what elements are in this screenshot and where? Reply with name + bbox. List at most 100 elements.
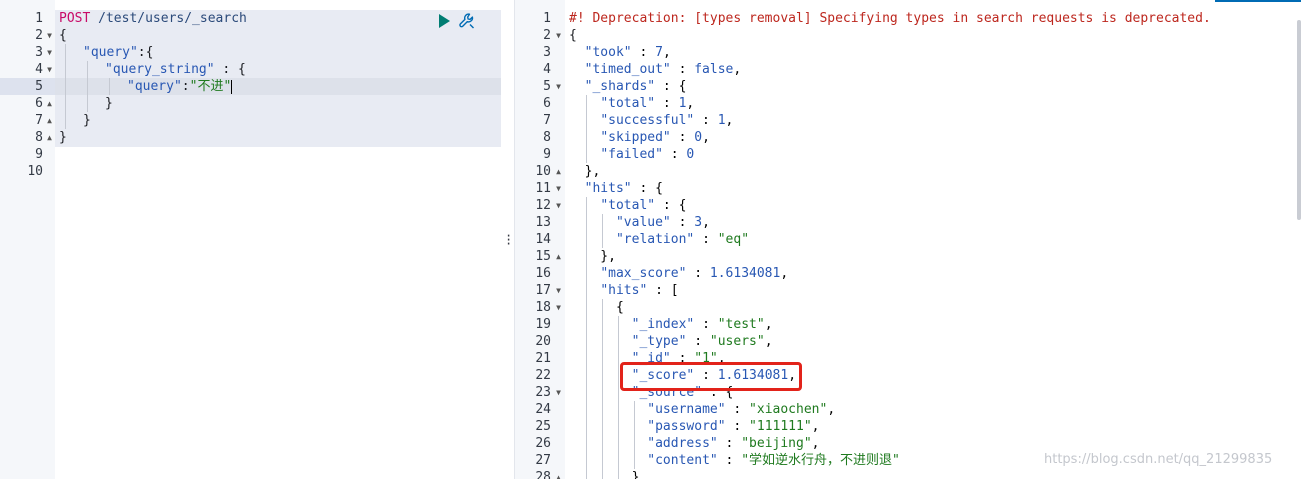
indent-guide xyxy=(109,78,110,95)
json-key: "_type" xyxy=(631,334,687,349)
indent-guide xyxy=(65,78,66,95)
line-number: 20 xyxy=(535,334,551,349)
fold-close-icon[interactable]: ▲ xyxy=(47,112,52,129)
indent-guide xyxy=(586,299,587,316)
indent-guide xyxy=(602,469,603,479)
indent-guide xyxy=(65,61,66,78)
indent-guide xyxy=(586,231,587,248)
fold-close-icon[interactable]: ▲ xyxy=(47,95,52,112)
fold-close-icon[interactable]: ▲ xyxy=(47,129,52,146)
indent-guide xyxy=(586,214,587,231)
json-key: "query" xyxy=(83,45,138,60)
http-method: POST xyxy=(59,11,91,26)
json-number-value: 1 xyxy=(678,96,687,111)
response-gutter: 1 2 ▼ 3 4 5 ▼ 6 7 8 9 10 ▲ 11 ▼ 12 ▼ 13 14 15… xyxy=(515,0,565,479)
code-token: : xyxy=(181,79,190,94)
play-icon[interactable] xyxy=(439,14,450,28)
json-key: "total" xyxy=(600,96,656,111)
request-editor-pane[interactable]: 1 2 ▼ 3 ▼ 4 ▼ 5 6 ▲ 7 ▲ 8 ▲ 9 10 POST /test/us… xyxy=(0,0,501,479)
indent-guide xyxy=(87,78,88,95)
indent-guide xyxy=(634,452,635,469)
json-key: "successful" xyxy=(600,113,695,128)
code-token: } xyxy=(105,96,113,111)
indent-guide xyxy=(586,316,587,333)
indent-guide xyxy=(618,418,619,435)
response-viewer-pane[interactable]: 1 2 ▼ 3 4 5 ▼ 6 7 8 9 10 ▲ 11 ▼ 12 ▼ 13 14 15… xyxy=(515,0,1301,479)
indent-guide xyxy=(618,316,619,333)
line-number: 10 xyxy=(27,164,43,179)
fold-open-icon[interactable]: ▼ xyxy=(556,78,561,95)
request-gutter: 1 2 ▼ 3 ▼ 4 ▼ 5 6 ▲ 7 ▲ 8 ▲ 9 10 xyxy=(0,0,55,479)
indent-guide xyxy=(618,350,619,367)
fold-open-icon[interactable]: ▼ xyxy=(556,282,561,299)
json-key: "query_string" xyxy=(105,62,215,77)
json-key: "hits" xyxy=(600,283,648,298)
indent-guide xyxy=(586,333,587,350)
indent-guide xyxy=(618,452,619,469)
json-string-value: "不进" xyxy=(189,79,232,94)
indent-guide xyxy=(586,197,587,214)
line-number: 4 xyxy=(35,62,43,77)
line-number: 4 xyxy=(543,62,551,77)
json-key: "value" xyxy=(615,215,671,230)
json-key: "relation" xyxy=(615,232,695,247)
line-number: 5 xyxy=(543,79,551,94)
fold-open-icon[interactable]: ▼ xyxy=(556,27,561,44)
json-key: "address" xyxy=(647,436,718,451)
indent-guide xyxy=(586,435,587,452)
indent-guide xyxy=(602,435,603,452)
response-code-area[interactable]: #! Deprecation: [types removal] Specifyi… xyxy=(565,0,1301,479)
indent-guide xyxy=(586,418,587,435)
indent-guide xyxy=(65,44,66,61)
response-scrollbar[interactable] xyxy=(1297,20,1301,220)
line-number: 14 xyxy=(535,232,551,247)
indent-guide xyxy=(618,401,619,418)
fold-close-icon[interactable]: ▲ xyxy=(556,469,561,479)
json-number-value: 7 xyxy=(655,45,663,60)
request-code-area[interactable]: POST /test/users/_search { "query":{ "qu… xyxy=(55,0,501,479)
request-line-method[interactable]: POST /test/users/_search xyxy=(55,10,247,27)
indent-guide xyxy=(602,452,603,469)
indent-guide xyxy=(586,350,587,367)
indent-guide xyxy=(87,95,88,112)
line-number: 24 xyxy=(535,402,551,417)
fold-open-icon[interactable]: ▼ xyxy=(47,61,52,78)
json-key: "username" xyxy=(647,402,726,417)
line-number: 12 xyxy=(535,198,551,213)
fold-close-icon[interactable]: ▲ xyxy=(556,163,561,180)
line-number: 1 xyxy=(543,11,551,26)
json-string-value: "学如逆水行舟，不进则退" xyxy=(741,453,900,468)
fold-open-icon[interactable]: ▼ xyxy=(47,27,52,44)
json-number-value: 1.6134081 xyxy=(709,266,781,281)
json-key: "_shards" xyxy=(584,79,656,94)
fold-open-icon[interactable]: ▼ xyxy=(47,44,52,61)
fold-open-icon[interactable]: ▼ xyxy=(556,299,561,316)
fold-close-icon[interactable]: ▲ xyxy=(556,248,561,265)
indent-guide xyxy=(586,248,587,265)
json-number-value: 0 xyxy=(694,130,703,145)
wrench-icon[interactable] xyxy=(458,12,476,30)
fold-open-icon[interactable]: ▼ xyxy=(556,197,561,214)
score-highlight-annotation xyxy=(620,362,802,391)
indent-guide xyxy=(618,367,619,384)
line-number: 7 xyxy=(543,113,551,128)
indent-guide xyxy=(586,367,587,384)
fold-open-icon[interactable]: ▼ xyxy=(556,384,561,401)
line-number: 9 xyxy=(543,147,551,162)
indent-guide xyxy=(618,435,619,452)
line-number: 15 xyxy=(535,249,551,264)
indent-guide xyxy=(634,401,635,418)
line-number: 7 xyxy=(35,113,43,128)
indent-guide xyxy=(586,95,587,112)
fold-open-icon[interactable]: ▼ xyxy=(556,180,561,197)
indent-guide xyxy=(634,435,635,452)
indent-guide xyxy=(618,333,619,350)
line-number: 10 xyxy=(535,164,551,179)
pane-resize-handle[interactable]: · · · xyxy=(501,0,515,479)
json-key: "skipped" xyxy=(600,130,671,145)
indent-guide xyxy=(586,469,587,479)
request-path: /test/users/_search xyxy=(98,11,247,26)
indent-guide xyxy=(634,418,635,435)
json-string-value: "111111" xyxy=(749,419,812,434)
line-number: 25 xyxy=(535,419,551,434)
